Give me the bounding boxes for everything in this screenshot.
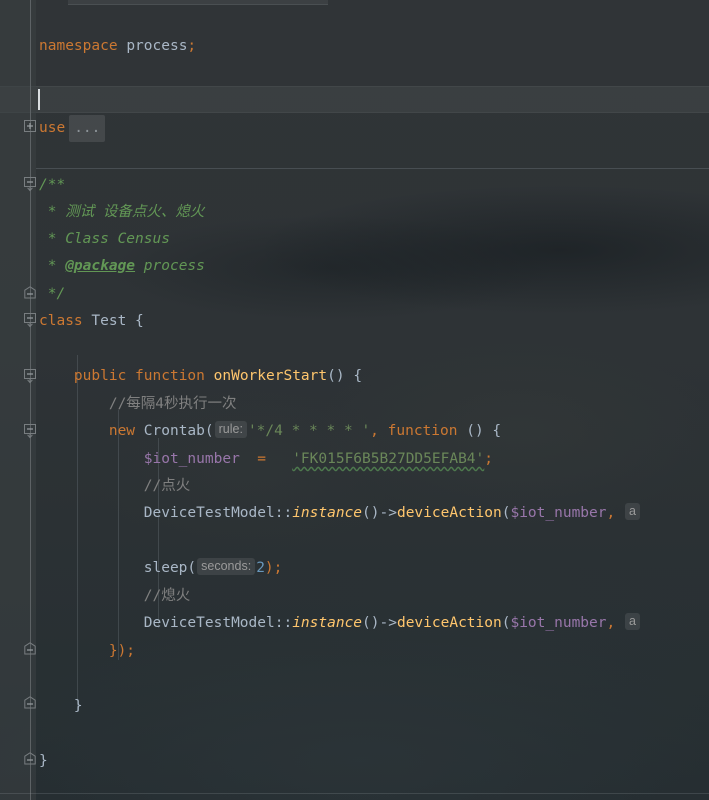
method-name-instance[interactable]: instance bbox=[292, 615, 362, 631]
brace-close: } bbox=[73, 698, 83, 714]
method-name-deviceaction[interactable]: deviceAction bbox=[397, 615, 502, 631]
number-literal-two: 2 bbox=[256, 560, 265, 576]
fold-expanded-icon-method[interactable] bbox=[23, 368, 38, 384]
code-line-close-method[interactable]: } bbox=[36, 693, 709, 720]
comma: , bbox=[606, 615, 616, 631]
string-iot-number-value: 'FK015F6B5B27DD5EFAB4' bbox=[292, 451, 485, 467]
editor-bottom-divider bbox=[0, 793, 709, 794]
keyword-namespace: namespace bbox=[39, 38, 118, 54]
keyword-class: class bbox=[39, 313, 83, 329]
fold-region-end-icon-class[interactable] bbox=[23, 752, 38, 766]
code-line-docblock-class[interactable]: * Class Census bbox=[36, 226, 709, 253]
code-line-docblock-open[interactable]: /** bbox=[36, 172, 709, 199]
code-line-docblock-close[interactable]: */ bbox=[36, 281, 709, 308]
code-line-use[interactable]: use... bbox=[36, 115, 709, 142]
assign-operator: = bbox=[257, 451, 266, 467]
empty-parens: () bbox=[362, 505, 380, 521]
fold-collapsed-icon-use[interactable] bbox=[23, 119, 38, 133]
variable-iot-number[interactable]: $iot_number bbox=[510, 615, 606, 631]
code-editor[interactable]: namespace process; use... /** * 测试 设备点火、… bbox=[0, 0, 709, 800]
code-line-sleep[interactable]: sleep(seconds: 2); bbox=[36, 555, 709, 582]
variable-iot-number[interactable]: $iot_number bbox=[510, 505, 606, 521]
fold-expanded-icon-class[interactable] bbox=[23, 312, 38, 328]
parameter-hint-seconds: seconds: bbox=[197, 558, 256, 575]
paren-open: ( bbox=[204, 423, 214, 439]
keyword-function: function bbox=[135, 368, 205, 384]
keyword-new: new bbox=[108, 423, 136, 439]
code-line-docblock-package[interactable]: * @package process bbox=[36, 253, 709, 280]
keyword-use: use bbox=[39, 120, 66, 136]
fold-region-end-icon-closure[interactable] bbox=[23, 642, 38, 656]
class-name-devicetestmodel[interactable]: DeviceTestModel bbox=[144, 505, 275, 521]
folded-imports-placeholder[interactable]: ... bbox=[69, 115, 106, 142]
text-caret bbox=[38, 89, 40, 110]
scope-operator: :: bbox=[274, 615, 293, 631]
comma: , bbox=[606, 505, 616, 521]
class-name-crontab[interactable]: Crontab bbox=[144, 423, 205, 439]
arrow-operator: -> bbox=[379, 505, 397, 521]
comma: , bbox=[370, 423, 379, 439]
class-name-test[interactable]: Test bbox=[91, 313, 126, 329]
fold-expanded-icon-docblock[interactable] bbox=[23, 176, 38, 192]
method-name-deviceaction[interactable]: deviceAction bbox=[397, 505, 502, 521]
empty-parens: () bbox=[466, 423, 484, 439]
namespace-name: process bbox=[126, 38, 188, 54]
docblock-open: /** bbox=[39, 177, 66, 193]
code-line-comment-interval[interactable]: //每隔4秒执行一次 bbox=[36, 391, 709, 418]
scope-operator: :: bbox=[274, 505, 293, 521]
docblock-description-text: 测试 设备点火、熄火 bbox=[65, 204, 205, 220]
line-comment-extinguish: //熄火 bbox=[143, 588, 191, 604]
close-closure: }); bbox=[108, 643, 136, 659]
docblock-star: * bbox=[47, 231, 57, 247]
code-line-method-declaration[interactable]: public function onWorkerStart() { bbox=[36, 363, 709, 390]
class-name-devicetestmodel[interactable]: DeviceTestModel bbox=[144, 615, 275, 631]
string-cron-expression: '*/4 * * * * ' bbox=[247, 423, 371, 439]
fold-region-end-icon-method[interactable] bbox=[23, 696, 38, 710]
floating-panel-edge bbox=[68, 0, 328, 5]
line-comment-interval: //每隔4秒执行一次 bbox=[108, 396, 237, 412]
line-comment-ignite: //点火 bbox=[143, 478, 191, 494]
code-line-close-class[interactable]: } bbox=[36, 748, 709, 775]
semicolon: ; bbox=[187, 38, 197, 54]
code-line-device-action-extinguish[interactable]: DeviceTestModel::instance()->deviceActio… bbox=[36, 610, 709, 637]
code-line-close-closure[interactable]: }); bbox=[36, 638, 709, 665]
docblock-tag-package[interactable]: @package bbox=[65, 258, 135, 274]
code-line-comment-ignite[interactable]: //点火 bbox=[36, 473, 709, 500]
code-line-comment-extinguish[interactable]: //熄火 bbox=[36, 583, 709, 610]
keyword-function: function bbox=[387, 423, 458, 439]
code-content[interactable]: namespace process; use... /** * 测试 设备点火、… bbox=[36, 0, 709, 800]
empty-parens: () bbox=[327, 368, 345, 384]
brace-open: { bbox=[353, 368, 363, 384]
docblock-class-text: Class Census bbox=[65, 231, 170, 247]
brace-close: } bbox=[39, 753, 48, 769]
docblock-star: * bbox=[47, 204, 57, 220]
variable-iot-number[interactable]: $iot_number bbox=[144, 451, 240, 467]
docblock-package-value: process bbox=[143, 258, 205, 274]
keyword-public: public bbox=[73, 368, 127, 384]
editor-gutter[interactable] bbox=[0, 0, 36, 800]
code-line-namespace[interactable]: namespace process; bbox=[36, 33, 709, 60]
fold-region-end-icon-docblock[interactable] bbox=[23, 286, 38, 300]
docblock-star: * bbox=[47, 258, 57, 274]
parameter-hint-truncated: a bbox=[624, 613, 640, 630]
code-line-new-crontab[interactable]: new Crontab(rule: '*/4 * * * * ', functio… bbox=[36, 418, 709, 445]
code-line-class-declaration[interactable]: class Test { bbox=[36, 308, 709, 335]
arrow-operator: -> bbox=[379, 615, 397, 631]
method-name-instance[interactable]: instance bbox=[292, 505, 362, 521]
brace-open: { bbox=[135, 313, 144, 329]
brace-open: { bbox=[492, 423, 502, 439]
code-line-device-action-ignite[interactable]: DeviceTestModel::instance()->deviceActio… bbox=[36, 500, 709, 527]
parameter-hint-truncated: a bbox=[624, 503, 640, 520]
method-name-onworkerstart[interactable]: onWorkerStart bbox=[214, 368, 328, 384]
parameter-hint-rule: rule: bbox=[214, 421, 247, 438]
semicolon: ; bbox=[484, 451, 493, 467]
close-call: ); bbox=[264, 560, 283, 576]
function-name-sleep[interactable]: sleep bbox=[144, 560, 188, 576]
paren-open: ( bbox=[187, 560, 197, 576]
docblock-close: */ bbox=[47, 286, 66, 302]
code-line-assign-iot-number[interactable]: $iot_number = 'FK015F6B5B27DD5EFAB4'; bbox=[36, 446, 709, 473]
empty-parens: () bbox=[362, 615, 380, 631]
fold-expanded-icon-closure[interactable] bbox=[23, 423, 38, 439]
code-line-docblock-description[interactable]: * 测试 设备点火、熄火 bbox=[36, 199, 709, 226]
